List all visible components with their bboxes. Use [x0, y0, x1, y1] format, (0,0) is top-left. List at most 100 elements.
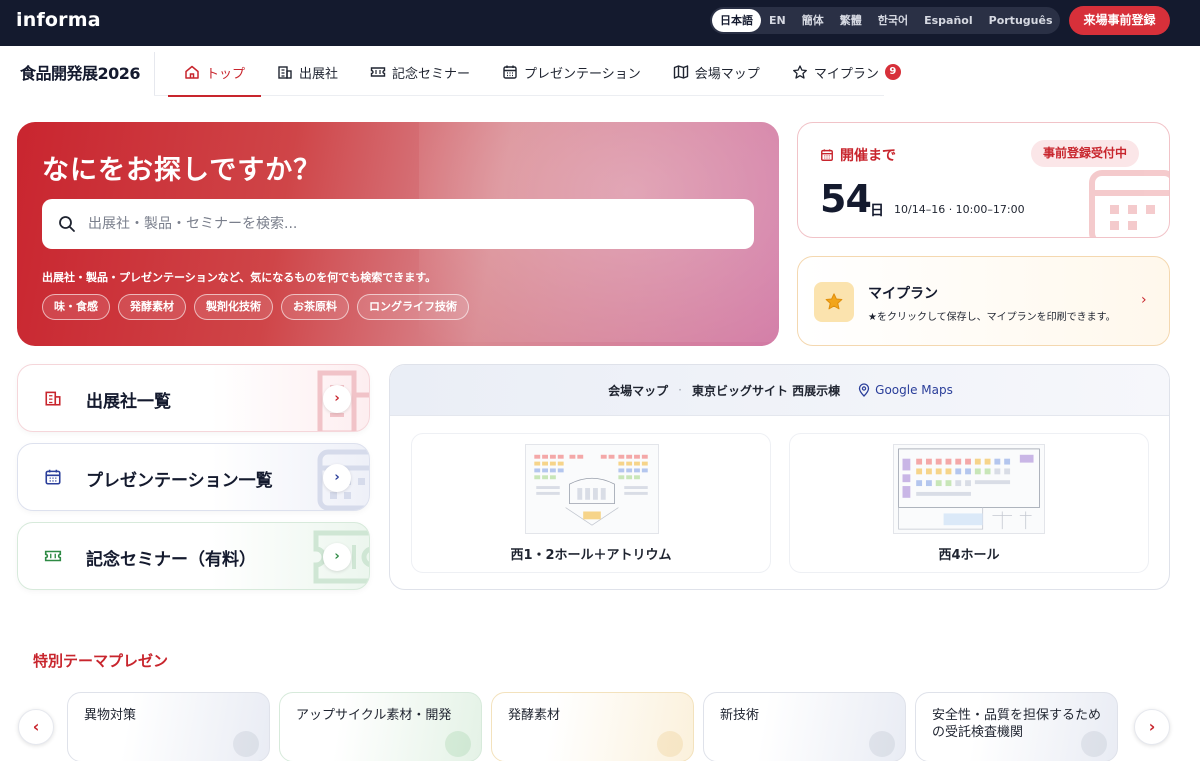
- theme-label: 異物対策: [84, 708, 137, 723]
- hero-search-panel: なにをお探しですか？ 出展社・製品・プレゼンテーションなど、気になるものを何でも…: [17, 122, 779, 346]
- hall-name: 西4ホール: [938, 548, 1000, 563]
- theme-card[interactable]: アップサイクル素材・開発: [279, 692, 482, 761]
- nav-item-label: 記念セミナー: [392, 66, 471, 82]
- building-icon: [44, 389, 62, 407]
- event-brand[interactable]: 食品開発展2026: [20, 60, 141, 84]
- quick-link-label: 出展社一覧: [86, 392, 171, 412]
- nav-item-presentation[interactable]: プレゼンテーション: [486, 48, 657, 96]
- countdown-label: 開催まで: [820, 145, 896, 165]
- lang-ja[interactable]: 日本語: [712, 9, 761, 32]
- theme-label: アップサイクル素材・開発: [296, 708, 452, 723]
- theme-card[interactable]: 異物対策: [67, 692, 270, 761]
- nav-item-label: マイプラン: [813, 66, 879, 82]
- countdown-card: 開催まで 事前登録受付中 54 日 10/14–16 · 10:00–17:00: [797, 122, 1170, 238]
- myplan-card[interactable]: マイプラン ★をクリックして保存し、マイプランを印刷できます。 ›: [797, 256, 1170, 346]
- countdown-label-text: 開催まで: [840, 148, 896, 164]
- search-hint: 出展社・製品・プレゼンテーションなど、気になるものを何でも検索できます。: [42, 271, 437, 284]
- venue-map-title: 会場マップ: [608, 383, 669, 398]
- nav-item-myplan[interactable]: マイプラン 9: [776, 48, 917, 96]
- exhibitor-list-link[interactable]: 出展社一覧 ›: [17, 364, 370, 432]
- ticket-icon: [370, 64, 386, 80]
- theme-card[interactable]: 発酵素材: [491, 692, 694, 761]
- chevron-right-icon: ›: [1141, 292, 1147, 308]
- chip-tea[interactable]: お茶原料: [281, 294, 349, 320]
- venue-map-card: 会場マップ · 東京ビッグサイト 西展示棟 Google Maps 西1・2ホー…: [389, 364, 1170, 590]
- main-nav: トップ 出展社 記念セミナー プレゼンテーション 会場マップ マイプラン 9: [168, 48, 917, 97]
- nav-item-label: 出展社: [299, 66, 339, 82]
- search-icon: [58, 215, 76, 233]
- nav-item-label: 会場マップ: [694, 66, 760, 82]
- lang-en[interactable]: EN: [761, 9, 794, 32]
- theme-label: 発酵素材: [508, 708, 561, 723]
- myplan-title: マイプラン: [868, 286, 938, 302]
- calendar-watermark-icon: [1089, 170, 1169, 237]
- theme-label: 新技術: [720, 708, 760, 723]
- special-themes-title: 特別テーマプレゼン: [33, 652, 169, 670]
- star-icon: [814, 282, 854, 322]
- hall-card-west-1-2[interactable]: 西1・2ホール＋アトリウム: [411, 433, 771, 573]
- chip-taste[interactable]: 味・食感: [42, 294, 110, 320]
- nav-item-label: トップ: [206, 66, 246, 82]
- presentation-list-link[interactable]: プレゼンテーション一覧 ›: [17, 443, 370, 511]
- theme-card[interactable]: 新技術: [703, 692, 906, 761]
- carousel-prev-button[interactable]: ‹: [18, 709, 54, 745]
- nav-item-seminar[interactable]: 記念セミナー: [354, 48, 486, 96]
- chevron-right-icon: ›: [323, 464, 351, 492]
- hero-title: なにをお探しですか？: [42, 155, 322, 186]
- seminar-list-link[interactable]: 記念セミナー（有料） ›: [17, 522, 370, 590]
- chevron-right-icon: ›: [323, 543, 351, 571]
- chip-fermentation[interactable]: 発酵素材: [118, 294, 186, 320]
- floor-plan-thumbnail: [893, 444, 1045, 534]
- lang-zh-hant[interactable]: 繁體: [832, 9, 870, 32]
- lang-pt[interactable]: Português: [981, 9, 1061, 32]
- quick-link-label: プレゼンテーション一覧: [86, 471, 273, 491]
- language-switcher: 日本語 EN 簡体 繁體 한국어 Español Português: [710, 7, 1060, 34]
- search-box[interactable]: [42, 199, 754, 249]
- myplan-count-badge: 9: [884, 64, 901, 80]
- map-icon: [673, 64, 689, 80]
- event-dates: 10/14–16 · 10:00–17:00: [894, 203, 1025, 216]
- carousel-next-button[interactable]: ›: [1134, 709, 1170, 745]
- calendar-icon: [44, 468, 62, 486]
- home-icon: [184, 64, 200, 80]
- separator-dot: ·: [678, 383, 682, 397]
- hall-card-west-4[interactable]: 西4ホール: [789, 433, 1149, 573]
- chip-formulation[interactable]: 製剤化技術: [194, 294, 273, 320]
- map-pin-icon: [859, 383, 870, 397]
- nav-item-exhibitors[interactable]: 出展社: [261, 48, 354, 96]
- theme-watermark-icon: [233, 731, 259, 757]
- nav-item-map[interactable]: 会場マップ: [657, 48, 776, 96]
- search-input[interactable]: [88, 216, 708, 232]
- prereg-button[interactable]: 来場事前登録: [1069, 6, 1170, 35]
- countdown-unit: 日: [870, 203, 884, 219]
- theme-watermark-icon: [1081, 731, 1107, 757]
- top-bar: informa 日本語 EN 簡体 繁體 한국어 Español Portugu…: [0, 0, 1200, 46]
- countdown-days: 54: [820, 177, 872, 221]
- star-icon: [792, 64, 808, 80]
- myplan-description: ★をクリックして保存し、マイプランを印刷できます。: [868, 312, 1116, 323]
- google-maps-link[interactable]: Google Maps: [858, 383, 953, 397]
- theme-watermark-icon: [657, 731, 683, 757]
- lang-ko[interactable]: 한국어: [870, 9, 916, 32]
- informa-logo[interactable]: informa: [16, 9, 101, 31]
- chevron-right-icon: ›: [323, 385, 351, 413]
- quick-link-label: 記念セミナー（有料）: [86, 550, 256, 570]
- nav-item-top[interactable]: トップ: [168, 48, 262, 97]
- chip-longlife[interactable]: ロングライフ技術: [357, 294, 469, 320]
- nav-divider: [154, 52, 155, 96]
- theme-card[interactable]: 安全性・品質を担保するための受託検査機関: [915, 692, 1118, 761]
- venue-map-header: 会場マップ · 東京ビッグサイト 西展示棟 Google Maps: [390, 365, 1169, 416]
- lang-es[interactable]: Español: [916, 9, 981, 32]
- building-icon: [277, 64, 293, 80]
- venue-location: 東京ビッグサイト 西展示棟: [691, 383, 841, 398]
- lang-zh-hans[interactable]: 簡体: [794, 9, 832, 32]
- hall-name: 西1・2ホール＋アトリウム: [510, 548, 672, 563]
- theme-watermark-icon: [445, 731, 471, 757]
- theme-watermark-icon: [869, 731, 895, 757]
- nav-item-label: プレゼンテーション: [524, 66, 641, 82]
- calendar-icon: [820, 148, 834, 162]
- calendar-icon: [502, 64, 518, 80]
- ticket-icon: [44, 547, 62, 565]
- search-chips: 味・食感 発酵素材 製剤化技術 お茶原料 ロングライフ技術: [42, 294, 477, 320]
- google-maps-label: Google Maps: [875, 383, 953, 397]
